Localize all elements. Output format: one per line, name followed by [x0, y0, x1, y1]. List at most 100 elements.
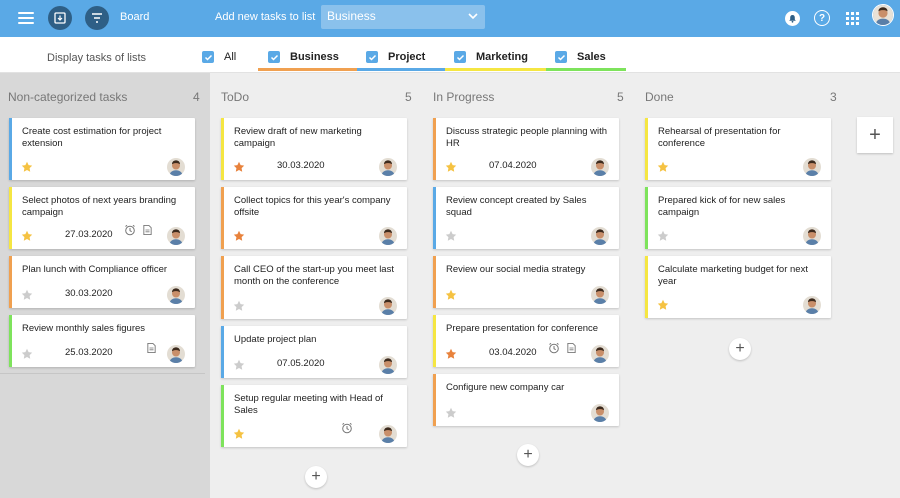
list-select[interactable]: Business — [321, 5, 485, 29]
assignee-avatar[interactable] — [803, 296, 821, 314]
column-title: Non-categorized tasks — [8, 90, 128, 104]
checkbox-checked-icon[interactable] — [366, 51, 378, 63]
task-card[interactable]: Call CEO of the start-up you meet last m… — [221, 256, 407, 319]
assignee-avatar[interactable] — [379, 297, 397, 315]
apps-grid-icon[interactable] — [846, 12, 859, 25]
star-icon[interactable] — [445, 160, 457, 172]
assignee-avatar[interactable] — [803, 158, 821, 176]
task-card[interactable]: Discuss strategic people planning with H… — [433, 118, 619, 180]
alarm-clock-icon — [548, 341, 560, 359]
assignee-avatar[interactable] — [591, 345, 609, 363]
task-card[interactable]: Update project plan 07.05.2020 — [221, 326, 407, 378]
star-icon[interactable] — [233, 299, 245, 311]
filter-project[interactable]: Project — [357, 51, 445, 71]
assignee-avatar[interactable] — [379, 356, 397, 374]
star-icon[interactable] — [233, 358, 245, 370]
task-card[interactable]: Prepared kick of for new sales campaign — [645, 187, 831, 249]
assignee-avatar[interactable] — [167, 345, 185, 363]
column-count: 3 — [830, 90, 837, 104]
star-icon[interactable] — [445, 229, 457, 241]
task-title: Prepared kick of for new sales campaign — [658, 195, 786, 218]
archive-button[interactable] — [48, 6, 72, 30]
star-icon[interactable] — [657, 298, 669, 310]
task-card[interactable]: Review monthly sales figures 25.03.2020 — [9, 315, 195, 367]
marketing-underline — [445, 68, 546, 71]
list-color-bar — [9, 187, 12, 249]
task-title: Calculate marketing budget for next year — [658, 264, 808, 287]
menu-icon[interactable] — [18, 12, 34, 24]
task-card[interactable]: Plan lunch with Compliance officer 30.03.… — [9, 256, 195, 308]
task-title: Review monthly sales figures — [22, 323, 146, 334]
list-select-value: Business — [327, 9, 376, 23]
add-task-button[interactable]: + — [729, 338, 751, 360]
star-icon[interactable] — [21, 288, 33, 300]
task-title: Rehearsal of presentation for conference — [658, 126, 781, 149]
task-card[interactable]: Setup regular meeting with Head of Sales — [221, 385, 407, 447]
checkbox-checked-icon[interactable] — [454, 51, 466, 63]
due-date: 03.04.2020 — [489, 347, 537, 358]
task-card[interactable]: Review draft of new marketing campaign 30… — [221, 118, 407, 180]
task-card[interactable]: Review concept created by Sales squad — [433, 187, 619, 249]
assignee-avatar[interactable] — [379, 227, 397, 245]
assignee-avatar[interactable] — [591, 286, 609, 304]
assignee-avatar[interactable] — [591, 158, 609, 176]
star-icon[interactable] — [657, 229, 669, 241]
assignee-avatar[interactable] — [803, 227, 821, 245]
assignee-avatar[interactable] — [591, 404, 609, 422]
checkbox-checked-icon[interactable] — [555, 51, 567, 63]
filter-button[interactable] — [85, 6, 109, 30]
filter-business-label: Business — [290, 51, 339, 63]
star-icon[interactable] — [445, 347, 457, 359]
task-card[interactable]: Rehearsal of presentation for conference — [645, 118, 831, 180]
star-icon[interactable] — [445, 288, 457, 300]
star-icon[interactable] — [233, 229, 245, 241]
task-card[interactable]: Review our social media strategy — [433, 256, 619, 308]
list-color-bar — [9, 118, 12, 180]
task-card[interactable]: Calculate marketing budget for next year — [645, 256, 831, 318]
help-button[interactable]: ? — [814, 10, 830, 26]
task-card[interactable]: Configure new company car — [433, 374, 619, 426]
notifications-button[interactable] — [785, 11, 800, 26]
task-card[interactable]: Select photos of next years branding cam… — [9, 187, 195, 249]
task-title: Plan lunch with Compliance officer — [22, 264, 168, 275]
user-avatar[interactable] — [872, 4, 894, 26]
star-icon[interactable] — [233, 427, 245, 439]
add-task-button[interactable]: + — [305, 466, 327, 488]
assignee-avatar[interactable] — [167, 286, 185, 304]
list-color-bar — [433, 118, 436, 180]
star-icon[interactable] — [233, 160, 245, 172]
assignee-avatar[interactable] — [167, 227, 185, 245]
task-title: Review our social media strategy — [446, 264, 586, 275]
add-task-button[interactable]: + — [517, 444, 539, 466]
list-color-bar — [221, 385, 224, 447]
task-card[interactable]: Prepare presentation for conference 03.04… — [433, 315, 619, 367]
star-icon[interactable] — [445, 406, 457, 418]
assignee-avatar[interactable] — [167, 158, 185, 176]
list-color-bar — [9, 256, 12, 308]
list-color-bar — [645, 256, 648, 318]
task-title: Review draft of new marketing campaign — [234, 126, 362, 149]
star-icon[interactable] — [21, 229, 33, 241]
due-date: 30.03.2020 — [277, 160, 325, 171]
filter-marketing[interactable]: Marketing — [445, 51, 546, 71]
star-icon[interactable] — [657, 160, 669, 172]
checkbox-checked-icon[interactable] — [268, 51, 280, 63]
due-date: 30.03.2020 — [65, 288, 113, 299]
add-column-button[interactable]: + — [857, 117, 893, 153]
assignee-avatar[interactable] — [379, 158, 397, 176]
star-icon[interactable] — [21, 347, 33, 359]
filter-all[interactable]: All — [202, 51, 252, 71]
filter-business[interactable]: Business — [258, 51, 357, 71]
task-card[interactable]: Create cost estimation for project exten… — [9, 118, 195, 180]
list-color-bar — [433, 374, 436, 426]
task-indicators — [146, 341, 157, 359]
assignee-avatar[interactable] — [591, 227, 609, 245]
assignee-avatar[interactable] — [379, 425, 397, 443]
board-label[interactable]: Board — [120, 11, 149, 23]
filter-sales[interactable]: Sales — [546, 51, 627, 71]
task-card[interactable]: Collect topics for this year's company o… — [221, 187, 407, 249]
star-icon[interactable] — [21, 160, 33, 172]
filter-marketing-label: Marketing — [476, 51, 528, 63]
bell-icon — [789, 15, 796, 23]
checkbox-checked-icon[interactable] — [202, 51, 214, 63]
